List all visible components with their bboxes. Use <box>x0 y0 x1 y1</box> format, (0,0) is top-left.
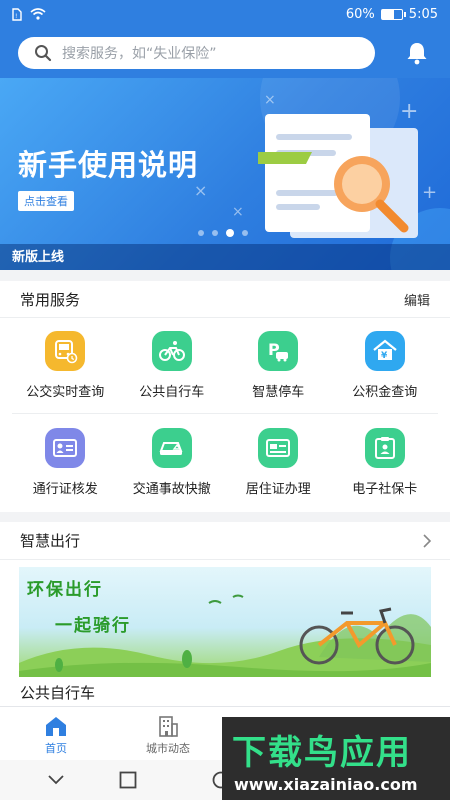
building-icon <box>159 716 178 737</box>
notification-bell-icon[interactable] <box>404 40 430 66</box>
service-public-bicycle[interactable]: 公共自行车 <box>118 318 225 414</box>
service-label: 公积金查询 <box>352 385 418 400</box>
service-label: 交通事故快撤 <box>132 481 211 497</box>
battery-percent: 60% <box>345 6 375 22</box>
id-card-icon <box>45 427 86 468</box>
sim-icon: ! <box>12 7 22 21</box>
bus-icon <box>45 331 86 371</box>
services-row-1: 公交实时查询 公共自行车 P 智慧停车 ¥ 公积金查询 <box>0 318 450 414</box>
chevron-right-icon <box>423 533 432 548</box>
svg-text:!: ! <box>176 444 178 449</box>
svg-text:+: + <box>400 99 418 124</box>
tab-label: 首页 <box>45 742 67 755</box>
clock: 5:05 <box>408 6 438 22</box>
svg-text:×: × <box>264 92 276 108</box>
carousel-dot[interactable] <box>242 230 248 236</box>
banner-caption-bar <box>0 244 450 270</box>
watermark: 下载鸟应用 www.xiazainiao.com <box>222 717 450 800</box>
status-right: 60% 5:05 <box>346 7 438 22</box>
smart-travel-section: 智慧出行 环保出行 一起骑行 公共自行车 <box>0 522 450 706</box>
travel-title: 智慧出行 <box>20 532 81 550</box>
wifi-icon <box>30 8 46 20</box>
banner-caption: 新版上线 <box>12 250 65 265</box>
service-social-security-card[interactable]: 电子社保卡 <box>332 414 439 510</box>
header: 搜索服务，如“失业保险” <box>0 28 450 78</box>
tab-city-news[interactable]: 城市动态 <box>112 707 224 760</box>
residence-permit-icon <box>258 427 299 468</box>
service-residence-permit[interactable]: 居住证办理 <box>225 414 332 510</box>
parking-icon: P <box>258 331 299 371</box>
carousel-dot[interactable] <box>212 230 218 236</box>
common-services-section: 常用服务 编辑 公交实时查询 公共自行车 P 智慧停车 ¥ 公积金查询 通行证核… <box>0 281 450 512</box>
travel-caption: 公共自行车 <box>20 684 96 702</box>
service-label: 通行证核发 <box>32 481 98 497</box>
watermark-url: www.xiazainiao.com <box>234 775 418 794</box>
watermark-title: 下载鸟应用 <box>232 733 412 773</box>
car-accident-icon: ! <box>151 427 192 468</box>
home-nav-icon[interactable] <box>119 771 137 789</box>
svg-text:×: × <box>232 204 244 220</box>
home-icon <box>46 717 66 736</box>
svg-text:+: + <box>422 182 437 203</box>
carousel-dot[interactable] <box>198 230 204 236</box>
service-label: 居住证办理 <box>245 481 311 497</box>
tab-label: 城市动态 <box>146 742 190 755</box>
banner-title: 新手使用说明 <box>18 148 199 182</box>
banner-view-button[interactable]: 点击查看 <box>18 191 74 211</box>
travel-header[interactable]: 智慧出行 <box>0 522 450 560</box>
service-pass-issue[interactable]: 通行证核发 <box>12 414 119 510</box>
bicycle-icon <box>151 331 192 371</box>
service-label: 电子社保卡 <box>352 481 418 497</box>
services-row-2: 通行证核发 ! 交通事故快撤 居住证办理 电子社保卡 <box>0 414 450 510</box>
travel-banner-line2: 一起骑行 <box>55 616 131 636</box>
search-placeholder: 搜索服务，如“失业保险” <box>62 46 217 62</box>
back-icon[interactable] <box>46 773 66 787</box>
services-header: 常用服务 编辑 <box>0 281 450 318</box>
status-bar: ! 60% 5:05 <box>0 0 450 28</box>
status-left: ! <box>12 7 46 21</box>
service-label: 公交实时查询 <box>26 385 105 400</box>
service-smart-parking[interactable]: P 智慧停车 <box>225 318 332 414</box>
promo-banner[interactable]: + + × × × 新手使用说明 点击查看 新版上线 <box>0 78 450 270</box>
svg-text:¥: ¥ <box>381 351 388 361</box>
services-title: 常用服务 <box>20 290 81 309</box>
battery-icon <box>380 8 406 20</box>
search-bar[interactable]: 搜索服务，如“失业保险” <box>18 37 375 69</box>
tab-home[interactable]: 首页 <box>0 707 112 760</box>
social-security-card-icon <box>364 427 405 468</box>
housing-fund-icon: ¥ <box>364 331 405 371</box>
service-accident-quick[interactable]: ! 交通事故快撤 <box>119 414 226 510</box>
service-housing-fund[interactable]: ¥ 公积金查询 <box>331 318 438 414</box>
travel-banner[interactable]: 环保出行 一起骑行 <box>19 567 431 677</box>
edit-services-button[interactable]: 编辑 <box>404 290 430 309</box>
service-bus-query[interactable]: 公交实时查询 <box>12 318 119 414</box>
svg-text:!: ! <box>15 13 17 20</box>
carousel-dot-active[interactable] <box>226 229 234 237</box>
service-label: 智慧停车 <box>252 385 305 400</box>
travel-banner-line1: 环保出行 <box>27 580 103 600</box>
carousel-dots <box>198 229 248 237</box>
battery-fill <box>381 9 394 19</box>
search-icon <box>35 45 52 62</box>
service-label: 公共自行车 <box>139 385 205 400</box>
